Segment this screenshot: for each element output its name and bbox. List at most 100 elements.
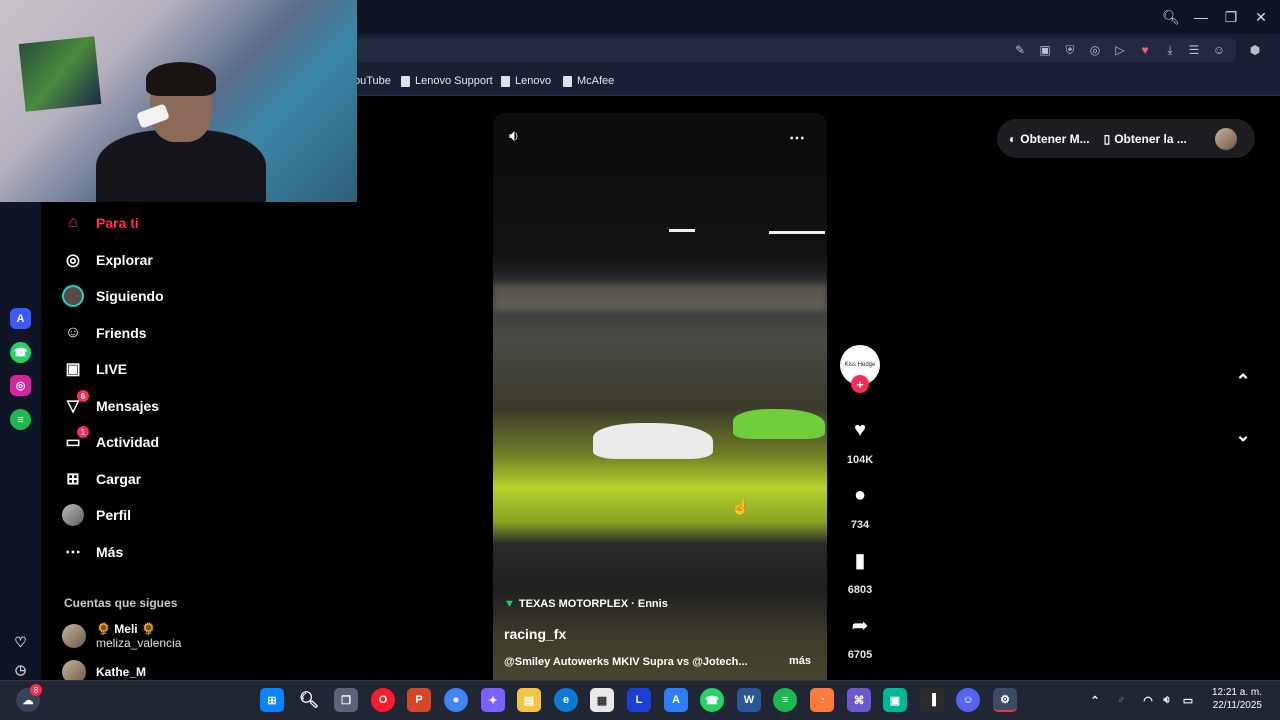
restore-button[interactable]: ❐ bbox=[1220, 6, 1242, 28]
camera-icon[interactable]: ▣ bbox=[1035, 40, 1055, 60]
clock-date: 22/11/2025 bbox=[1212, 700, 1262, 711]
media-app-icon[interactable]: ◔ bbox=[810, 688, 834, 712]
sidebar-item-friends[interactable]: ☺ Friends bbox=[62, 320, 147, 346]
heart-outline-icon[interactable]: ♡ bbox=[10, 632, 31, 653]
page-icon bbox=[563, 75, 572, 87]
save-action[interactable]: ▮ 6803 bbox=[840, 540, 880, 597]
user-avatar[interactable] bbox=[1214, 127, 1237, 150]
download-icon[interactable]: ⤓ bbox=[1160, 40, 1180, 60]
heart-icon[interactable]: ♥ bbox=[840, 410, 880, 450]
whatsapp-icon[interactable]: ☎ bbox=[700, 688, 724, 712]
share-icon[interactable]: ➦ bbox=[840, 605, 880, 645]
following-account-item[interactable]: 🌻 Meli 🌻 meliza_valencia bbox=[62, 622, 181, 650]
aria-icon[interactable]: A bbox=[10, 308, 31, 329]
minimize-button[interactable]: — bbox=[1190, 6, 1212, 28]
audio-meter-icon[interactable]: ▐ bbox=[920, 688, 944, 712]
heart-icon[interactable]: ♥ bbox=[1135, 40, 1155, 60]
page-icon bbox=[401, 75, 410, 87]
account-icon[interactable]: ☺ bbox=[1209, 40, 1229, 60]
get-desktop-app-button[interactable]: ▯ Obtener la ... bbox=[1104, 132, 1187, 146]
get-app-button[interactable]: ◐ Obtener M... bbox=[1009, 132, 1090, 146]
discord-icon[interactable]: ☺ bbox=[956, 688, 980, 712]
video-caption: @Smiley Autowerks MKIV Supra vs @Jotech.… bbox=[504, 656, 748, 668]
mouse-cursor: ☝ bbox=[731, 499, 750, 516]
edge-icon[interactable]: e bbox=[554, 688, 578, 712]
sidebar-item-label: LIVE bbox=[96, 361, 128, 377]
bookmark-youtube[interactable]: ouTube bbox=[354, 73, 391, 89]
edit-icon[interactable]: ✎ bbox=[1010, 40, 1030, 60]
sidebar-item-live[interactable]: ▣ LIVE bbox=[62, 356, 127, 382]
video-author[interactable]: racing_fx bbox=[504, 626, 566, 642]
bookmark-lenovo-support[interactable]: Lenovo Support bbox=[401, 73, 493, 89]
settings-sliders-icon[interactable]: ☰ bbox=[1184, 40, 1204, 60]
microphone-icon[interactable]: ♂ bbox=[1112, 688, 1130, 712]
history-icon[interactable]: ◷ bbox=[10, 659, 31, 680]
next-video-button[interactable]: ⌄ bbox=[1232, 424, 1254, 446]
copilot-icon[interactable]: ✦ bbox=[481, 688, 505, 712]
bookmark-label: McAfee bbox=[577, 75, 615, 87]
account-name: 🌻 Meli 🌻 bbox=[96, 622, 156, 636]
task-view-icon[interactable]: ❐ bbox=[334, 688, 358, 712]
search-icon[interactable]: 🔍︎ bbox=[1160, 6, 1182, 28]
volume-icon[interactable]: 🔉︎ bbox=[509, 128, 533, 150]
sidebar-item-actividad[interactable]: ▭ 1 Actividad bbox=[62, 426, 159, 455]
more-options-icon[interactable]: ⋯ bbox=[789, 128, 811, 148]
comment-icon[interactable]: ● bbox=[840, 475, 880, 515]
app-launcher-icon[interactable]: A bbox=[664, 688, 688, 712]
opera-icon[interactable]: O bbox=[371, 688, 395, 712]
search-icon[interactable]: 🔍︎ bbox=[297, 688, 321, 712]
sidebar-item-cargar[interactable]: ⊞ Cargar bbox=[62, 466, 141, 492]
video-location[interactable]: ▼ TEXAS MOTORPLEX · Ennis bbox=[504, 598, 668, 610]
tray-chevron-icon[interactable]: ⌃ bbox=[1086, 688, 1104, 712]
sidebar-item-perfil[interactable]: Perfil bbox=[62, 502, 131, 528]
account-name: Kathe_M bbox=[96, 665, 147, 679]
lenovo-icon[interactable]: L bbox=[627, 688, 651, 712]
instagram-icon[interactable]: ◎ bbox=[10, 375, 31, 396]
bookmark-mcafee[interactable]: McAfee bbox=[563, 73, 614, 89]
volume-icon[interactable]: 🔉︎ bbox=[1157, 688, 1177, 712]
steam-icon[interactable]: ⚙ bbox=[993, 688, 1017, 712]
game-controller-icon[interactable]: ⌘ bbox=[847, 688, 871, 712]
store-icon[interactable]: ▦ bbox=[590, 688, 614, 712]
sidebar-item-mensajes[interactable]: ▽ 6 Mensajes bbox=[62, 390, 159, 419]
cube-icon[interactable]: ⬢ bbox=[1245, 40, 1265, 60]
comment-count: 734 bbox=[850, 519, 870, 531]
bookmark-lenovo[interactable]: Lenovo bbox=[501, 73, 551, 89]
wifi-icon[interactable]: ◠ bbox=[1138, 688, 1158, 712]
clock-time: 12:21 a. m. bbox=[1211, 687, 1262, 698]
page-icon bbox=[501, 75, 510, 87]
close-button[interactable]: ✕ bbox=[1250, 6, 1272, 28]
get-app-label: Obtener M... bbox=[1020, 131, 1090, 146]
phone-icon: ▯ bbox=[1103, 131, 1111, 146]
extension-icon[interactable]: ◎ bbox=[1085, 40, 1105, 60]
white-car bbox=[593, 423, 713, 459]
shield-icon[interactable]: ⛨ bbox=[1060, 40, 1080, 60]
spotify-icon[interactable]: ≡ bbox=[773, 688, 797, 712]
file-explorer-icon[interactable]: ▤ bbox=[517, 688, 541, 712]
comment-action[interactable]: ● 734 bbox=[840, 475, 880, 532]
powerpoint-icon[interactable]: P bbox=[407, 688, 431, 712]
app-icon: ◐ bbox=[1009, 131, 1017, 146]
previous-video-button[interactable]: ⌃ bbox=[1232, 370, 1254, 392]
play-icon[interactable]: ▷ bbox=[1110, 40, 1130, 60]
chrome-icon[interactable]: ● bbox=[444, 688, 468, 712]
browser-side-strip bbox=[0, 202, 41, 680]
sidebar-item-explorar[interactable]: ◎ Explorar bbox=[62, 247, 153, 273]
battery-icon[interactable]: ▭ bbox=[1178, 688, 1198, 712]
share-action[interactable]: ➦ 6705 bbox=[840, 605, 880, 662]
word-icon[interactable]: W bbox=[737, 688, 761, 712]
video-player[interactable] bbox=[493, 113, 827, 680]
bookmark-icon[interactable]: ▮ bbox=[840, 540, 880, 580]
sidebar-item-siguiendo[interactable]: Siguiendo bbox=[62, 283, 164, 309]
tv-app-icon[interactable]: ▣ bbox=[883, 688, 907, 712]
caption-more-link[interactable]: más bbox=[789, 655, 811, 667]
like-action[interactable]: ♥ 104K bbox=[840, 410, 880, 467]
spotify-icon[interactable]: ≡ bbox=[10, 409, 31, 430]
bookmark-label: ouTube bbox=[354, 75, 391, 87]
whatsapp-icon[interactable]: ☎ bbox=[10, 342, 31, 363]
follow-plus-button[interactable]: + bbox=[851, 375, 869, 393]
sidebar-item-para-ti[interactable]: ⌂ Para ti bbox=[62, 210, 139, 236]
sidebar-item-mas[interactable]: ⋯ Más bbox=[62, 539, 123, 565]
start-menu-icon[interactable]: ⊞ bbox=[260, 688, 284, 712]
clock[interactable]: 12:21 a. m. 22/11/2025 bbox=[1200, 686, 1262, 712]
